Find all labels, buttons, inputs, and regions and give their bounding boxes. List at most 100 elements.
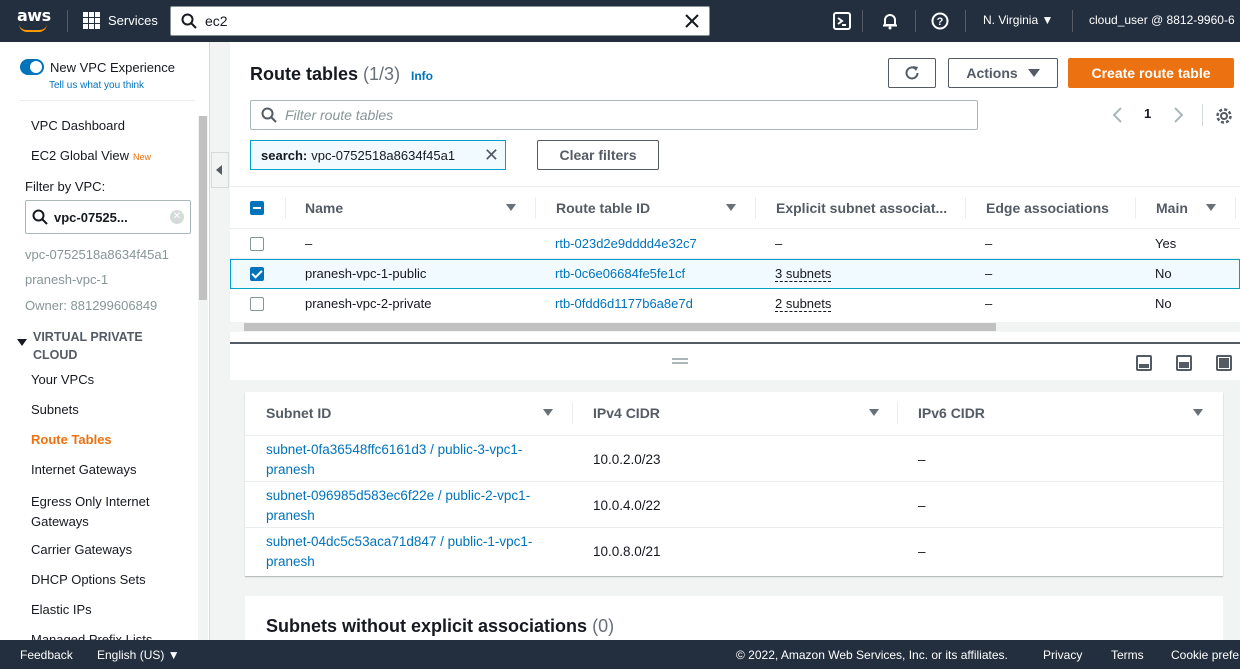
panel-full-icon[interactable] bbox=[1216, 355, 1232, 371]
aws-logo[interactable]: aws bbox=[17, 8, 51, 34]
account-menu[interactable]: cloud_user @ 8812-9960-6 bbox=[1089, 13, 1235, 27]
cell-explicit[interactable]: 2 subnets bbox=[775, 296, 832, 312]
vpc-filter-select[interactable]: vpc-07525... ✕ bbox=[25, 200, 191, 234]
scrollbar-thumb[interactable] bbox=[244, 323, 996, 331]
sidebar-item-subnets[interactable]: Subnets bbox=[31, 402, 79, 417]
route-table-id-link[interactable]: rtb-0c6e06684fe5fe1cf bbox=[555, 266, 685, 281]
column-header-name[interactable]: Name bbox=[305, 200, 343, 216]
split-panel-toolbar bbox=[230, 344, 1240, 380]
toggle-label: New VPC Experience bbox=[50, 59, 175, 75]
selected-vpc-id: vpc-0752518a8634f45a1 bbox=[25, 247, 169, 262]
sidebar-item-carrier-gateways[interactable]: Carrier Gateways bbox=[31, 542, 132, 557]
column-header-explicit-subnet-associations[interactable]: Explicit subnet associat... bbox=[776, 200, 947, 216]
gear-icon[interactable] bbox=[1215, 107, 1233, 125]
clear-icon[interactable]: ✕ bbox=[170, 210, 184, 224]
sidebar-item-egress-only-internet-gateways[interactable]: Egress Only Internet Gateways bbox=[31, 492, 181, 532]
sort-icon[interactable] bbox=[543, 409, 553, 416]
global-search-input[interactable]: ec2 bbox=[170, 6, 710, 36]
feedback-link[interactable]: Feedback bbox=[20, 648, 73, 662]
column-divider bbox=[535, 197, 536, 219]
select-all-checkbox[interactable] bbox=[250, 201, 264, 215]
table-horizontal-scrollbar[interactable] bbox=[230, 322, 1240, 332]
panel-half-icon[interactable] bbox=[1176, 355, 1192, 371]
filter-route-tables-input[interactable]: Filter route tables bbox=[250, 100, 978, 130]
route-table-id-link[interactable]: rtb-023d2e9dddd4e32c7 bbox=[555, 236, 697, 251]
sidebar-item-ec2-global-view[interactable]: EC2 Global View New bbox=[31, 148, 151, 163]
column-header-main[interactable]: Main bbox=[1156, 200, 1188, 216]
caret-down-icon[interactable] bbox=[17, 339, 27, 346]
resize-handle[interactable] bbox=[672, 358, 688, 364]
sidebar-item-route-tables[interactable]: Route Tables bbox=[31, 432, 112, 447]
caret-down-icon bbox=[1027, 69, 1040, 77]
row-checkbox[interactable] bbox=[250, 237, 264, 251]
sidebar-scrollbar[interactable] bbox=[198, 116, 208, 640]
subnet-link[interactable]: subnet-096985d583ec6f22e / public-2-vpc1… bbox=[266, 486, 566, 526]
page-number[interactable]: 1 bbox=[1144, 106, 1151, 121]
topbar-divider bbox=[67, 10, 68, 32]
next-page-icon[interactable] bbox=[1172, 107, 1184, 123]
column-header-subnet-id[interactable]: Subnet ID bbox=[266, 405, 331, 421]
sort-icon[interactable] bbox=[869, 409, 879, 416]
region-selector[interactable]: N. Virginia ▼ bbox=[983, 13, 1053, 27]
privacy-link[interactable]: Privacy bbox=[1043, 648, 1082, 662]
table-row-selected[interactable]: pranesh-vpc-1-public rtb-0c6e06684fe5fe1… bbox=[230, 259, 1240, 289]
sort-icon[interactable] bbox=[506, 204, 516, 211]
column-divider bbox=[965, 197, 966, 219]
sidebar-item-elastic-ips[interactable]: Elastic IPs bbox=[31, 602, 92, 617]
previous-page-icon[interactable] bbox=[1112, 107, 1124, 123]
feedback-link[interactable]: Tell us what you think bbox=[49, 80, 144, 91]
table-row[interactable]: – rtb-023d2e9dddd4e32c7 – – Yes bbox=[230, 229, 1240, 259]
sidebar-item-managed-prefix-lists[interactable]: Managed Prefix Lists bbox=[31, 632, 152, 640]
clear-search-icon[interactable] bbox=[685, 14, 699, 28]
cell-edge: – bbox=[985, 266, 993, 281]
collapse-sidebar-button[interactable] bbox=[211, 152, 229, 188]
language-selector[interactable]: English (US) ▼ bbox=[97, 648, 180, 662]
route-table-id-link[interactable]: rtb-0fdd6d1177b6a8e7d bbox=[555, 296, 693, 311]
scrollbar-thumb[interactable] bbox=[199, 116, 207, 300]
route-tables-container: Route tables (1/3) Info Actions Create r… bbox=[230, 42, 1240, 342]
section-virtual-private-cloud[interactable]: VIRTUAL PRIVATE CLOUD bbox=[33, 328, 173, 364]
panel-bottom-icon[interactable] bbox=[1136, 355, 1152, 371]
bell-icon[interactable] bbox=[881, 12, 899, 30]
filter-token: search: vpc-0752518a8634f45a1 ✕ bbox=[250, 140, 506, 170]
cookie-preferences-link[interactable]: Cookie prefe bbox=[1171, 648, 1239, 662]
help-icon[interactable]: ? bbox=[931, 12, 949, 30]
info-link[interactable]: Info bbox=[411, 69, 433, 83]
column-header-ipv4-cidr[interactable]: IPv4 CIDR bbox=[593, 405, 660, 421]
subnet-table-header: Subnet ID IPv4 CIDR IPv6 CIDR bbox=[245, 392, 1223, 436]
subnet-link[interactable]: subnet-0fa36548ffc6161d3 / public-3-vpc1… bbox=[266, 440, 566, 480]
create-route-table-button[interactable]: Create route table bbox=[1068, 58, 1234, 88]
sidebar-item-dhcp-options-sets[interactable]: DHCP Options Sets bbox=[31, 572, 146, 587]
vpc-filter-value: vpc-07525... bbox=[54, 209, 128, 225]
table-row[interactable]: pranesh-vpc-2-private rtb-0fdd6d1177b6a8… bbox=[230, 289, 1240, 319]
actions-button[interactable]: Actions bbox=[948, 58, 1058, 88]
remove-token-icon[interactable]: ✕ bbox=[484, 145, 499, 166]
cloudshell-icon[interactable] bbox=[833, 12, 851, 30]
row-checkbox-checked[interactable] bbox=[250, 267, 264, 281]
subnet-link[interactable]: subnet-04dc5c53aca71d847 / public-1-vpc1… bbox=[266, 532, 566, 572]
sidebar-item-internet-gateways[interactable]: Internet Gateways bbox=[31, 462, 137, 477]
sort-icon[interactable] bbox=[1206, 204, 1216, 211]
sidebar-item-your-vpcs[interactable]: Your VPCs bbox=[31, 372, 94, 387]
new-vpc-experience-toggle[interactable] bbox=[20, 59, 44, 75]
table-row: subnet-04dc5c53aca71d847 / public-1-vpc1… bbox=[245, 528, 1223, 574]
column-divider bbox=[285, 197, 286, 219]
column-header-ipv6-cidr[interactable]: IPv6 CIDR bbox=[918, 405, 985, 421]
refresh-button[interactable] bbox=[888, 58, 936, 88]
cell-explicit[interactable]: 3 subnets bbox=[775, 266, 832, 282]
cell-explicit: – bbox=[775, 236, 783, 251]
column-divider bbox=[897, 402, 898, 424]
sort-icon[interactable] bbox=[1193, 409, 1203, 416]
column-header-route-table-id[interactable]: Route table ID bbox=[556, 200, 650, 216]
column-header-edge-associations[interactable]: Edge associations bbox=[986, 200, 1109, 216]
sort-icon[interactable] bbox=[726, 204, 736, 211]
column-divider bbox=[1235, 197, 1236, 219]
cell-ipv4: 10.0.8.0/21 bbox=[593, 544, 661, 559]
column-divider bbox=[572, 402, 573, 424]
filter-by-vpc-label: Filter by VPC: bbox=[25, 179, 106, 194]
clear-filters-button[interactable]: Clear filters bbox=[537, 140, 659, 170]
row-checkbox[interactable] bbox=[250, 297, 264, 311]
terms-link[interactable]: Terms bbox=[1111, 648, 1144, 662]
services-menu-button[interactable]: Services bbox=[83, 12, 158, 29]
sidebar-item-vpc-dashboard[interactable]: VPC Dashboard bbox=[31, 118, 125, 133]
